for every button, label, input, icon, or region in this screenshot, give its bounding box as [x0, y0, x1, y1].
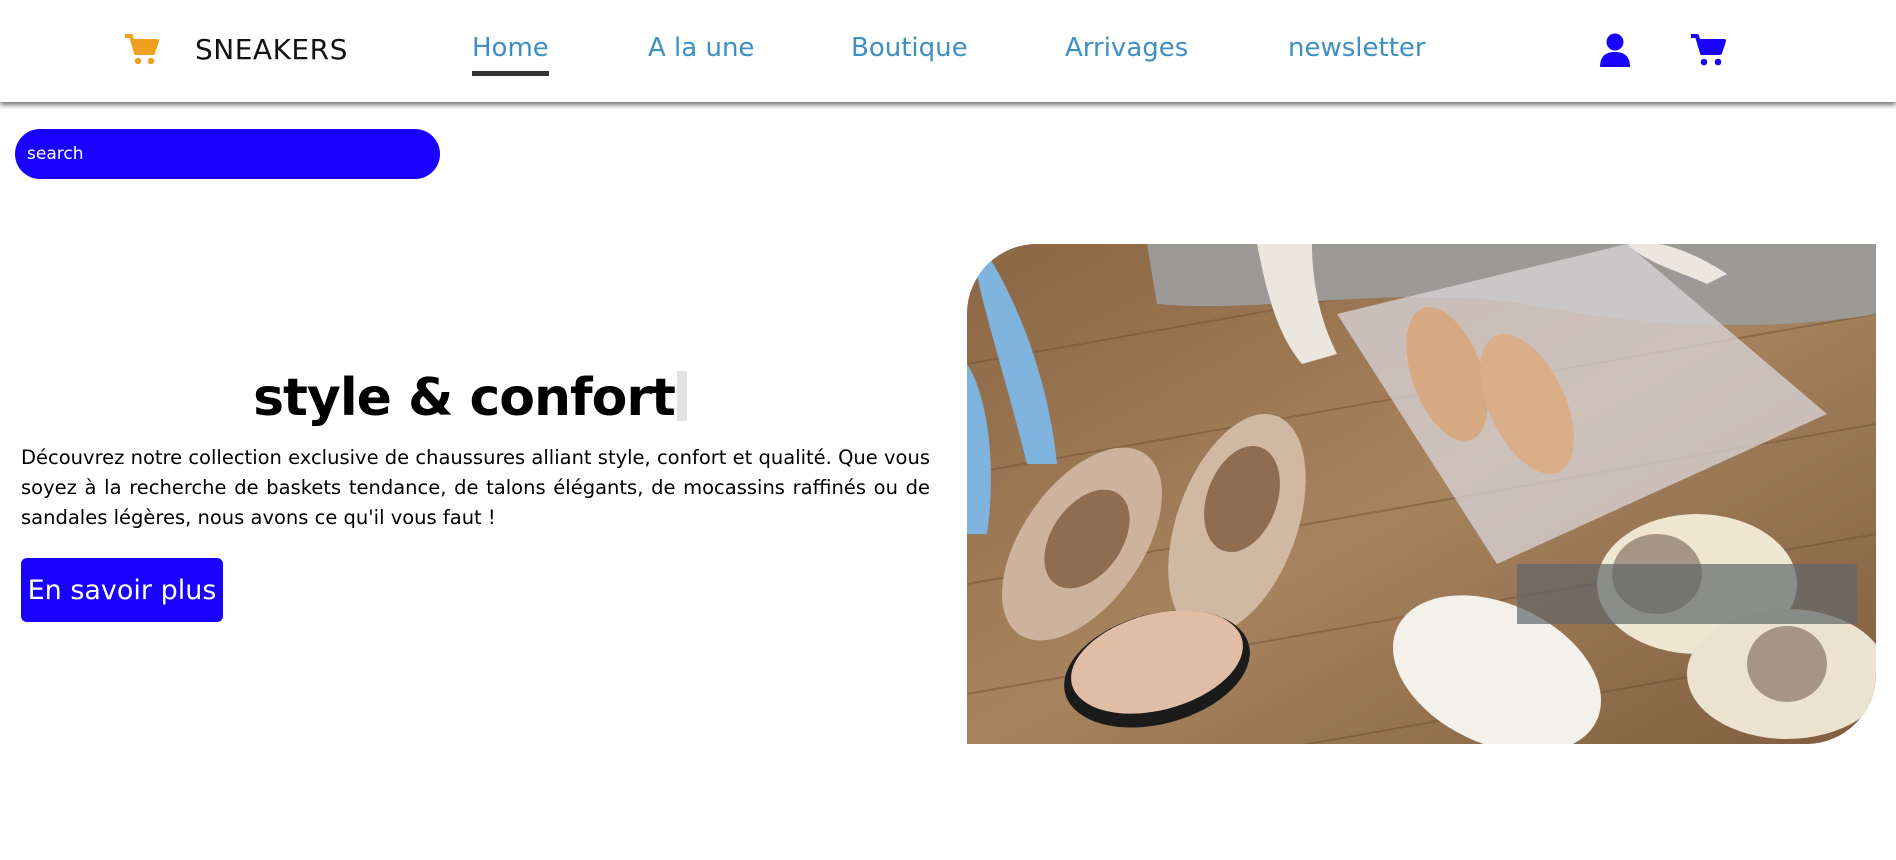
shoes-photo	[967, 244, 1876, 744]
hero-description: Découvrez notre collection exclusive de …	[21, 446, 930, 529]
hero-title-text: style & confort	[253, 368, 676, 428]
cart-logo-icon[interactable]	[123, 32, 159, 68]
hero-image	[967, 244, 1876, 744]
nav-newsletter[interactable]: newsletter	[1288, 33, 1426, 63]
nav-arrivages[interactable]: Arrivages	[1065, 33, 1188, 63]
search-input[interactable]	[15, 129, 440, 179]
cart-icon[interactable]	[1689, 32, 1727, 68]
nav-home[interactable]: Home	[472, 33, 549, 76]
site-header: SNEAKERS Home A la une Boutique Arrivage…	[0, 0, 1896, 102]
nav-a-la-une[interactable]: A la une	[648, 33, 754, 63]
brand-name[interactable]: SNEAKERS	[195, 33, 348, 66]
user-icon[interactable]	[1599, 33, 1631, 67]
typing-caret	[676, 371, 687, 421]
learn-more-button[interactable]: En savoir plus	[21, 558, 223, 622]
nav-boutique[interactable]: Boutique	[851, 33, 968, 63]
hero-title: style & confort	[0, 368, 940, 428]
